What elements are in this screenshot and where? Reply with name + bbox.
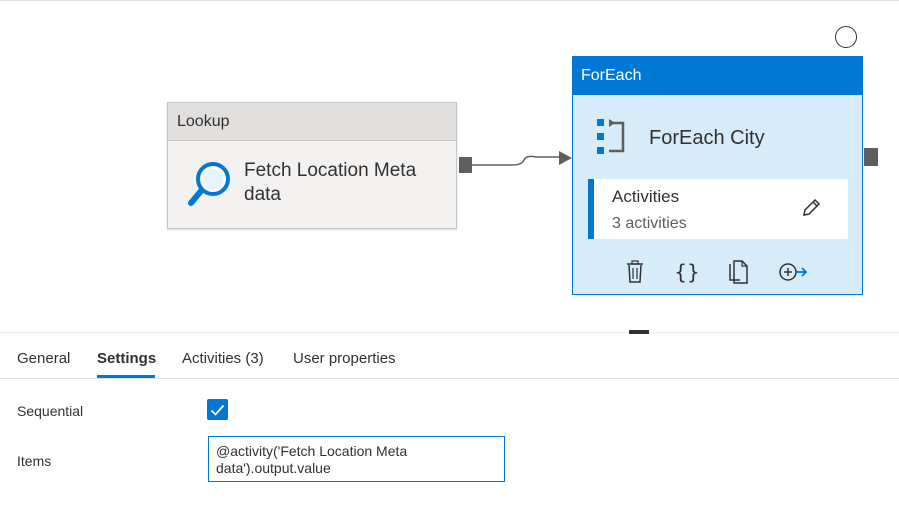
lookup-output-port[interactable] [459, 157, 472, 173]
sequential-checkbox[interactable] [207, 399, 228, 420]
lookup-node-header: Lookup [168, 103, 456, 141]
inner-activities-count: 3 activities [612, 215, 687, 232]
foreach-node-header: ForEach [573, 57, 862, 95]
canvas-top-border [0, 0, 899, 1]
sequential-label: Sequential [17, 403, 84, 419]
tab-user-properties[interactable]: User properties [293, 350, 396, 367]
foreach-output-port[interactable] [864, 148, 878, 166]
foreach-activity-name: ForEach City [649, 127, 765, 149]
items-expression-input[interactable]: @activity('Fetch Location Meta data').ou… [208, 436, 505, 482]
activity-status-indicator [835, 26, 857, 48]
add-output-icon[interactable] [778, 257, 808, 287]
lookup-activity-name: Fetch Location Meta data [244, 160, 417, 205]
items-label: Items [17, 453, 52, 469]
pipeline-canvas[interactable]: Lookup Fetch Location Meta data ForEach [0, 0, 899, 332]
properties-tab-bar: General Settings Activities (3) User pro… [0, 333, 899, 379]
tab-settings[interactable]: Settings [97, 350, 156, 367]
active-tab-indicator [97, 375, 155, 378]
foreach-activity-node[interactable]: ForEach ForEach City Activities 3 activi… [572, 56, 863, 295]
tab-general[interactable]: General [17, 350, 70, 367]
checkmark-icon [210, 404, 225, 416]
delete-icon[interactable] [620, 257, 650, 287]
tab-activities[interactable]: Activities (3) [182, 350, 264, 367]
inner-activities-box[interactable]: Activities 3 activities [588, 179, 848, 239]
edit-icon[interactable] [800, 197, 822, 219]
copy-icon[interactable] [723, 257, 753, 287]
inner-activities-title: Activities [612, 187, 680, 206]
node-action-toolbar: {} [573, 257, 864, 289]
lookup-node-body: Fetch Location Meta data [168, 141, 456, 228]
code-icon[interactable]: {} [672, 257, 702, 287]
foreach-icon [595, 117, 629, 157]
magnifier-icon [186, 159, 232, 209]
lookup-activity-node[interactable]: Lookup Fetch Location Meta data [167, 102, 457, 229]
